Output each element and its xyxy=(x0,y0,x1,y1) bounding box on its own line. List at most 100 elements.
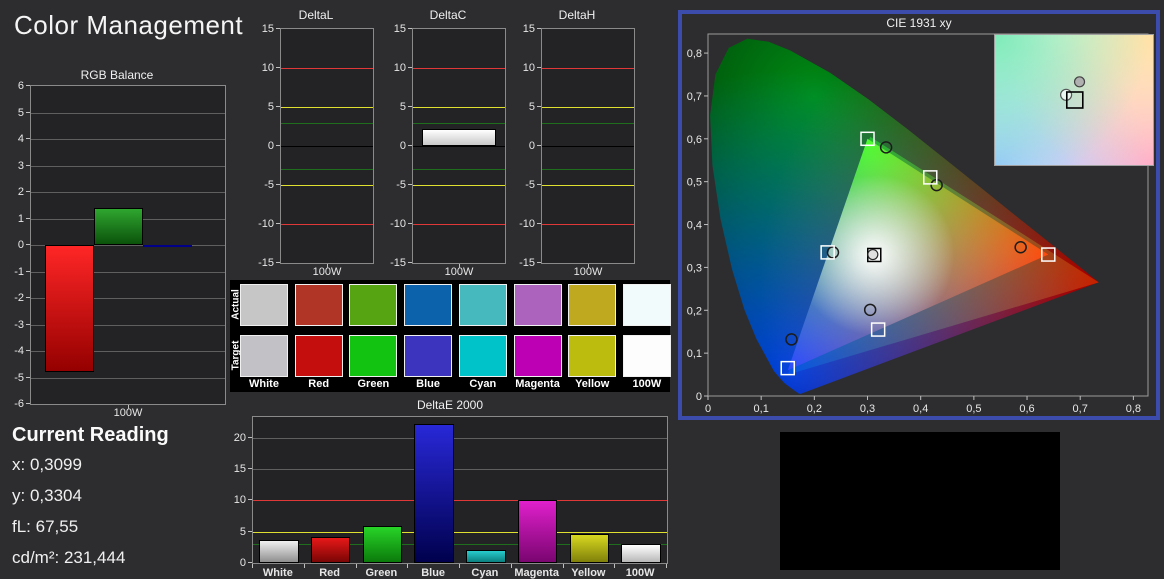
reference-line xyxy=(413,107,505,108)
category-label: 100W xyxy=(625,567,655,579)
bar xyxy=(569,533,610,563)
swatch-column-label: Green xyxy=(357,378,390,390)
bar xyxy=(414,423,454,563)
color-swatch xyxy=(568,284,617,326)
y-tick xyxy=(537,262,541,263)
reference-line xyxy=(253,500,667,502)
y-tick xyxy=(537,106,541,107)
y-tick xyxy=(26,217,30,219)
reference-line xyxy=(413,68,505,69)
white-point-zoom-inset xyxy=(994,34,1154,166)
y-tick-label: 0,5 xyxy=(687,177,702,189)
gridline xyxy=(31,139,225,140)
zero-line xyxy=(542,146,634,147)
y-tick-label: -10 xyxy=(258,218,274,230)
chart-title: DeltaC xyxy=(429,8,467,22)
y-tick-label: -5 xyxy=(14,371,24,384)
delta-e-2000-chart[interactable]: DeltaE 2000 20 15 10 5 0 White Red Green Blue Cyan… xyxy=(230,398,670,579)
x-tick xyxy=(459,264,460,268)
y-tick xyxy=(537,223,541,224)
x-tick xyxy=(327,264,328,268)
category-label: Green xyxy=(365,567,398,579)
y-tick xyxy=(26,164,30,166)
delta-l-chart[interactable]: DeltaL 15 10 5 0 -5 -10 -15 100W xyxy=(256,8,376,278)
y-tick-label: 15 xyxy=(393,23,406,35)
page-title: Color Management xyxy=(14,10,244,40)
x-tick xyxy=(588,264,589,268)
x-tick-label: 0,5 xyxy=(966,403,981,415)
y-tick-label: 4 xyxy=(17,133,24,145)
y-tick xyxy=(248,499,252,501)
swatch-column-label: Cyan xyxy=(469,378,497,390)
cie-1931-panel[interactable]: CIE 1931 xy 0 0,1 0,2 0,3 0,4 0,5 0,6 0,7 0,8 0 0,… xyxy=(678,10,1160,420)
y-tick xyxy=(276,184,280,185)
bar xyxy=(466,549,506,563)
y-tick-label: 15 xyxy=(522,23,535,35)
y-tick xyxy=(537,145,541,146)
category-label: Blue xyxy=(421,567,446,579)
bar xyxy=(142,245,192,247)
y-tick-label: -6 xyxy=(14,398,24,410)
y-tick xyxy=(248,468,252,469)
color-swatch xyxy=(622,284,671,326)
rgb-balance-chart[interactable]: RGB Balance 6 5 4 3 2 1 0 -1 -2 -3 -4 -5 -6 100W xyxy=(8,68,226,420)
color-swatch xyxy=(513,335,562,377)
y-tick-label: -3 xyxy=(14,318,24,331)
delta-c-chart[interactable]: DeltaC 15 10 5 0 -5 -10 -15 100W xyxy=(388,8,508,278)
test-pattern-window xyxy=(780,432,1060,570)
zero-line xyxy=(413,146,505,147)
color-swatch xyxy=(513,284,562,326)
y-tick-label: 1 xyxy=(17,212,24,225)
x-tick xyxy=(459,564,460,568)
chart-title: DeltaL xyxy=(298,8,334,22)
x-tick-label: 0,7 xyxy=(1073,403,1088,415)
plot-area xyxy=(30,85,226,405)
category-label: White xyxy=(262,567,293,579)
category-label: Magenta xyxy=(514,567,559,579)
y-tick-label: -5 xyxy=(525,179,535,191)
delta-h-chart[interactable]: DeltaH 15 10 5 0 -5 -10 -15 100W xyxy=(517,8,637,278)
x-tick-label: 0,6 xyxy=(1019,403,1034,415)
color-swatch xyxy=(458,335,507,377)
y-tick xyxy=(248,530,252,532)
y-tick-label: 0,3 xyxy=(687,262,702,274)
y-tick xyxy=(276,223,280,224)
x-tick xyxy=(666,564,667,568)
y-tick xyxy=(408,184,412,185)
y-tick-label: -10 xyxy=(390,218,406,230)
y-tick-label: 0,4 xyxy=(687,220,702,232)
y-tick-label: 5 xyxy=(399,101,406,113)
y-tick-label: 0,6 xyxy=(687,134,702,146)
color-swatch xyxy=(240,284,288,326)
plot-area xyxy=(280,28,374,264)
y-tick xyxy=(248,562,252,563)
y-tick xyxy=(248,436,252,438)
y-tick-label: 0,8 xyxy=(687,48,702,60)
x-tick xyxy=(252,564,253,568)
y-tick-label: 0 xyxy=(267,140,274,152)
plot-area xyxy=(252,416,668,564)
y-tick xyxy=(408,145,412,146)
y-tick-label: 0 xyxy=(239,557,246,569)
color-swatch xyxy=(349,335,398,377)
reading-cdm2: cd/m²: 231,444 xyxy=(12,548,126,567)
plot-area xyxy=(541,28,635,264)
y-tick xyxy=(276,262,280,263)
y-tick-label: 0,1 xyxy=(687,348,702,360)
y-tick-label: 10 xyxy=(261,62,274,74)
category-label: Red xyxy=(319,567,341,579)
swatch-column-label: White xyxy=(249,378,279,390)
y-tick xyxy=(408,28,412,29)
bar xyxy=(310,536,351,563)
y-tick xyxy=(26,350,30,351)
y-tick xyxy=(537,28,541,29)
gridline xyxy=(253,437,667,439)
y-tick-label: 15 xyxy=(233,463,246,475)
y-tick-label: -15 xyxy=(519,257,535,269)
color-swatch xyxy=(294,284,343,326)
x-tick-label: 0,2 xyxy=(807,403,822,415)
y-tick xyxy=(537,67,541,68)
bar xyxy=(422,128,496,146)
y-tick-label: 5 xyxy=(239,525,246,538)
bar xyxy=(44,245,94,373)
